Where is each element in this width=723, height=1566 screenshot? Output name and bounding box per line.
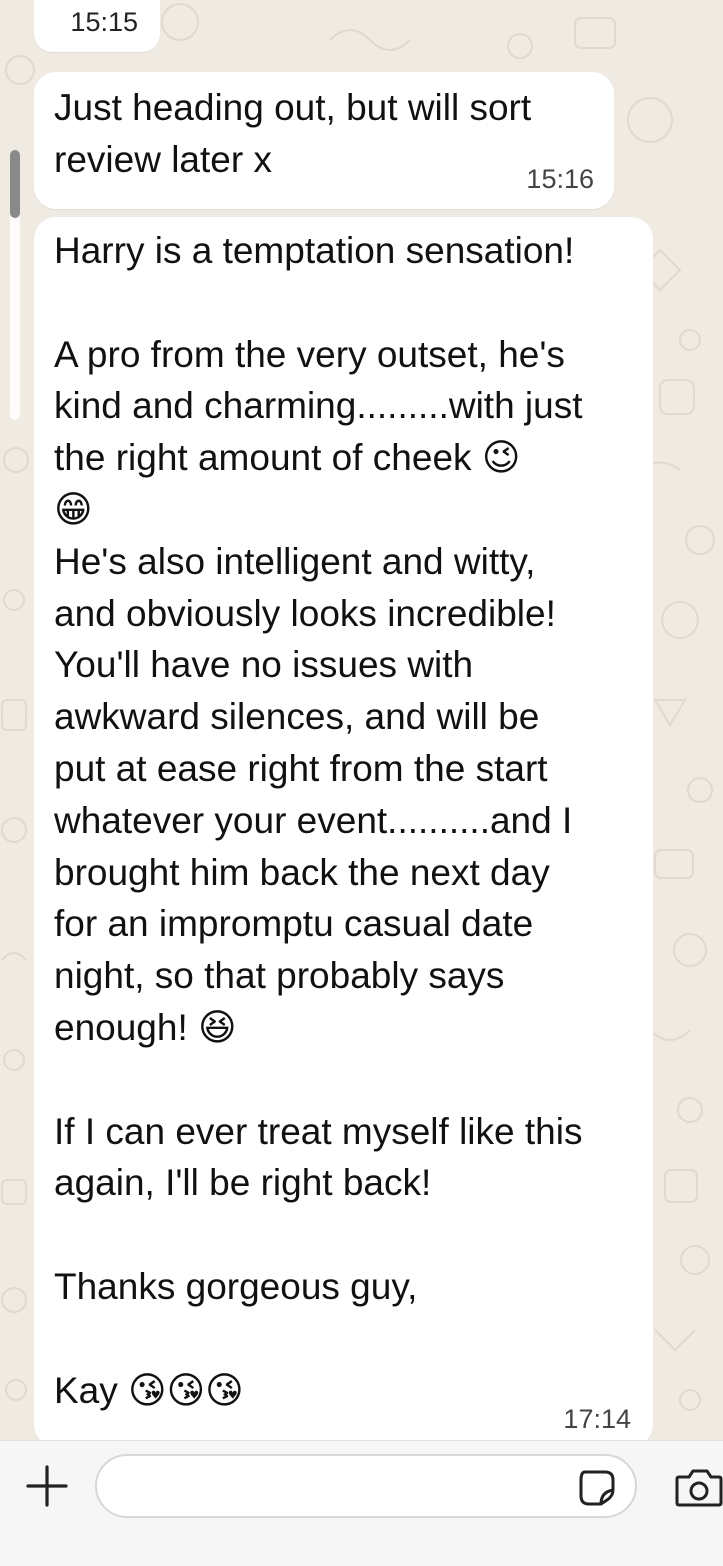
- message-time: 15:16: [526, 164, 594, 194]
- sticker-icon[interactable]: [577, 1468, 617, 1508]
- message-input[interactable]: [117, 1464, 561, 1510]
- message-text: Harry is a temptation sensation! A pro f…: [54, 230, 583, 1411]
- message-time: 17:14: [563, 1404, 631, 1434]
- message-text: Just heading out, but will sort review l…: [54, 87, 532, 180]
- message-bubble-previous[interactable]: 15:15: [34, 0, 160, 52]
- scrollbar-thumb[interactable]: [10, 150, 20, 218]
- message-bubble-review[interactable]: Harry is a temptation sensation! A pro f…: [34, 217, 653, 1447]
- camera-icon[interactable]: [673, 1463, 723, 1511]
- message-time: 15:15: [70, 7, 138, 37]
- plus-icon[interactable]: [22, 1461, 72, 1511]
- message-input-container[interactable]: [95, 1454, 637, 1518]
- message-composer-bar: [0, 1440, 723, 1566]
- message-bubble[interactable]: Just heading out, but will sort review l…: [34, 72, 614, 209]
